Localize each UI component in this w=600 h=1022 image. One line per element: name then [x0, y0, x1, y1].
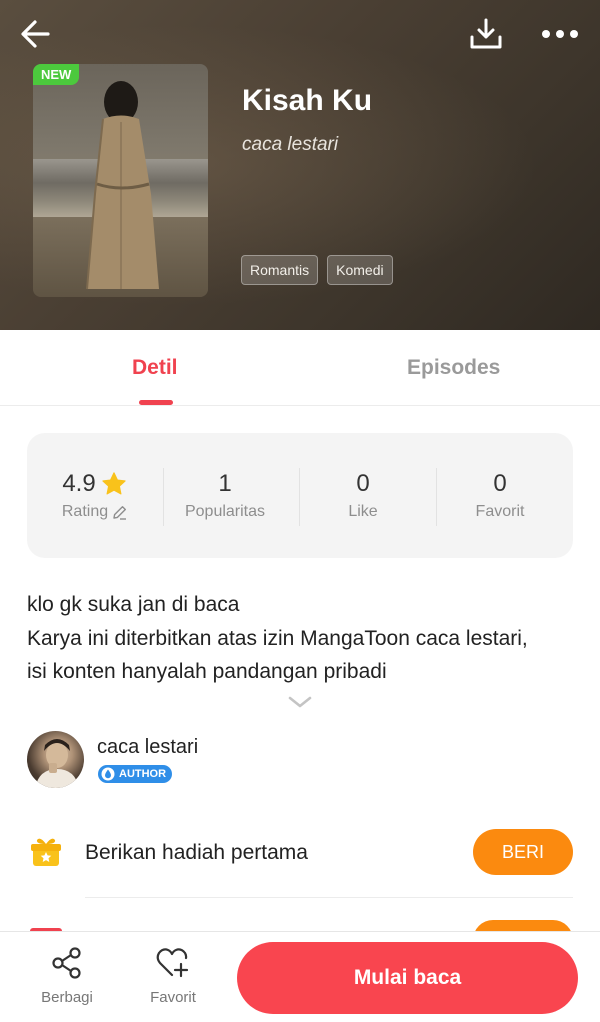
description-line: klo gk suka jan di baca — [27, 593, 240, 616]
author-name[interactable]: caca lestari — [97, 736, 198, 759]
stats-card: 4.9 Rating 1 Popularitas 0 Like 0 Favori… — [27, 433, 573, 558]
back-button[interactable] — [14, 12, 58, 56]
genre-tags: Romantis Komedi — [241, 255, 393, 285]
favorite-button[interactable]: Favorit — [138, 946, 208, 1006]
book-author[interactable]: caca lestari — [242, 134, 338, 156]
popularity-value: 1 — [218, 470, 232, 497]
tab-episodes[interactable]: Episodes — [407, 356, 500, 380]
stat-rating[interactable]: 4.9 Rating — [27, 469, 163, 521]
author-badge: AUTHOR — [98, 765, 173, 783]
book-header: NEW Kisah Ku caca lestari Romantis Komed… — [0, 0, 600, 330]
popularity-label: Popularitas — [184, 503, 266, 520]
bottom-action-bar: Berbagi Favorit Mulai baca — [0, 931, 600, 1022]
active-tab-indicator — [139, 400, 173, 405]
more-dots-icon — [542, 30, 578, 38]
drop-icon — [101, 767, 115, 781]
start-reading-button[interactable]: Mulai baca — [237, 942, 578, 1014]
row-divider — [85, 897, 573, 898]
like-label: Like — [348, 503, 378, 520]
stat-favorit: 0 Favorit — [432, 469, 568, 521]
rating-value: 4.9 — [62, 470, 96, 497]
new-badge: NEW — [33, 64, 80, 85]
download-button[interactable] — [464, 12, 508, 56]
gift-prompt: Berikan hadiah pertama — [85, 841, 308, 864]
give-gift-button[interactable]: BERI — [473, 829, 573, 875]
book-cover: NEW — [33, 64, 208, 297]
chevron-down-icon[interactable] — [287, 694, 313, 710]
edit-pencil-icon — [113, 505, 127, 520]
book-description: klo gk suka jan di baca Karya ini diterb… — [27, 588, 547, 689]
gift-icon — [31, 838, 61, 866]
cover-figure — [86, 81, 159, 290]
heart-plus-icon — [156, 948, 189, 978]
download-icon — [470, 18, 502, 49]
favorite-value: 0 — [493, 470, 507, 497]
favorite-label: Favorit — [475, 503, 525, 520]
avatar-photo — [35, 739, 79, 788]
more-options-button[interactable] — [538, 12, 582, 56]
stat-popularitas: 1 Popularitas — [157, 469, 293, 521]
rating-label: Rating — [61, 503, 109, 520]
book-title: Kisah Ku — [242, 84, 373, 117]
tab-detil[interactable]: Detil — [132, 356, 178, 380]
tag-komedi[interactable]: Komedi — [327, 255, 393, 285]
detail-tabs: Detil Episodes — [0, 330, 600, 406]
star-icon — [102, 472, 126, 495]
tag-romantis[interactable]: Romantis — [241, 255, 319, 285]
author-badge-label: AUTHOR — [119, 768, 167, 780]
share-icon — [52, 947, 81, 979]
share-label: Berbagi — [41, 989, 93, 1006]
favorite-label: Favorit — [150, 989, 196, 1006]
arrow-left-icon — [21, 20, 50, 48]
like-value: 0 — [356, 470, 370, 497]
share-button[interactable]: Berbagi — [32, 946, 102, 1006]
author-avatar[interactable] — [27, 731, 84, 788]
stat-like: 0 Like — [295, 469, 431, 521]
description-disclaimer: Karya ini diterbitkan atas izin MangaToo… — [27, 626, 528, 684]
